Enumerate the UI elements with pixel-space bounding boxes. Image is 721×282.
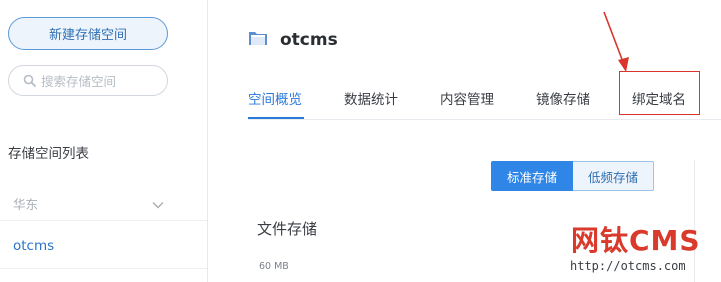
bucket-title: otcms xyxy=(280,30,338,50)
search-bucket-input[interactable]: 搜索存储空间 xyxy=(8,65,168,96)
watermark-url: http://otcms.com xyxy=(570,259,686,273)
region-group-east-china[interactable]: 华东 xyxy=(0,187,207,221)
annotation-arrow-icon xyxy=(603,11,629,72)
watermark-logo: 网钛CMS xyxy=(571,224,701,257)
search-icon xyxy=(21,73,37,89)
folder-icon xyxy=(248,29,280,51)
tab-content-management[interactable]: 内容管理 xyxy=(440,88,494,108)
tab-statistics[interactable]: 数据统计 xyxy=(344,88,398,108)
file-storage-title: 文件存储 xyxy=(257,220,318,238)
tab-mirror-storage[interactable]: 镜像存储 xyxy=(536,88,590,108)
storage-class-toggle: 标准存储 低频存储 xyxy=(491,161,654,191)
app-root: 新建存储空间 搜索存储空间 存储空间列表 华东 otcms otcms 空间概览… xyxy=(0,0,721,282)
bucket-tabs: 空间概览 数据统计 内容管理 镜像存储 绑定域名 xyxy=(248,71,721,120)
bucket-list-title: 存储空间列表 xyxy=(8,146,89,162)
sidebar-item-otcms[interactable]: otcms xyxy=(13,238,54,254)
standard-storage-button[interactable]: 标准存储 xyxy=(491,161,573,191)
bind-domain-highlight-box xyxy=(619,71,700,115)
search-placeholder: 搜索存储空间 xyxy=(41,74,117,89)
region-label: 华东 xyxy=(13,197,39,212)
tabs-divider xyxy=(248,119,721,120)
bucket-header: otcms xyxy=(248,27,338,53)
new-bucket-button[interactable]: 新建存储空间 xyxy=(8,17,168,50)
chevron-down-icon xyxy=(152,194,164,213)
low-frequency-storage-button[interactable]: 低频存储 xyxy=(573,161,654,191)
divider xyxy=(0,268,207,269)
storage-size-label: 60 MB xyxy=(259,261,289,272)
sidebar: 新建存储空间 搜索存储空间 存储空间列表 华东 otcms xyxy=(0,0,208,282)
tab-overview[interactable]: 空间概览 xyxy=(248,88,302,108)
